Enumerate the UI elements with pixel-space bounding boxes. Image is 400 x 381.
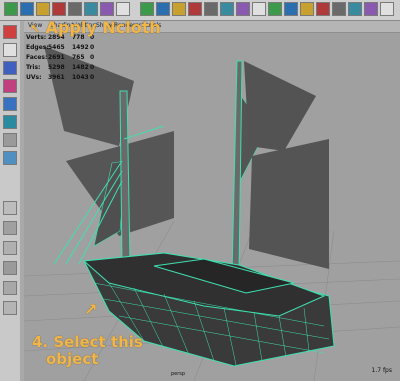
cloth-icon[interactable] bbox=[300, 2, 314, 16]
fore-main-sail bbox=[249, 139, 329, 269]
manipulator-icon[interactable] bbox=[3, 133, 17, 147]
grid-icon[interactable] bbox=[140, 2, 154, 16]
move-tool-icon[interactable] bbox=[3, 79, 17, 93]
curve-icon[interactable] bbox=[172, 2, 186, 16]
hud-c: 0 bbox=[90, 74, 95, 81]
annotation-arrow-icon: ↖ bbox=[30, 22, 41, 36]
layout-side-icon[interactable] bbox=[3, 241, 17, 255]
scale-icon[interactable] bbox=[52, 2, 66, 16]
apply-ncloth-text: Apply Ncloth bbox=[45, 18, 161, 37]
fps-readout: 1.7 fps bbox=[371, 367, 393, 374]
rotate-icon[interactable] bbox=[36, 2, 50, 16]
layout-hypershade-icon[interactable] bbox=[3, 301, 17, 315]
hud-c: 0 bbox=[90, 54, 95, 61]
hypershade-icon[interactable] bbox=[116, 2, 130, 16]
hair-icon[interactable] bbox=[316, 2, 330, 16]
hud-label: Faces: bbox=[26, 54, 48, 61]
paint-select-icon[interactable] bbox=[3, 61, 17, 75]
custom-icon[interactable] bbox=[380, 2, 394, 16]
create-icon[interactable] bbox=[4, 2, 18, 16]
snap-icon[interactable] bbox=[156, 2, 170, 16]
render-icon[interactable] bbox=[68, 2, 82, 16]
select-object-annotation: 4. Select this object bbox=[32, 334, 143, 368]
layout-single-icon[interactable] bbox=[3, 201, 17, 215]
anim-icon[interactable] bbox=[252, 2, 266, 16]
subdiv-icon[interactable] bbox=[220, 2, 234, 16]
lasso-tool-icon[interactable] bbox=[3, 43, 17, 57]
dynamics-icon[interactable] bbox=[268, 2, 282, 16]
hud-label: Edges: bbox=[26, 44, 49, 51]
select-tool-icon[interactable] bbox=[3, 25, 17, 39]
move-icon[interactable] bbox=[20, 2, 34, 16]
maya-window: View Shading Lighting Show Renderer Panels Ve… bbox=[0, 0, 400, 381]
hud-label: UVs: bbox=[26, 74, 42, 81]
fore-top-sail bbox=[244, 61, 316, 151]
hud-c: 0 bbox=[90, 64, 95, 71]
scale-tool-icon[interactable] bbox=[3, 115, 17, 129]
surface-icon[interactable] bbox=[188, 2, 202, 16]
poly-icon[interactable] bbox=[204, 2, 218, 16]
fur-icon[interactable] bbox=[348, 2, 362, 16]
paint-icon[interactable] bbox=[364, 2, 378, 16]
hud-b: 1482 bbox=[72, 64, 89, 71]
last-tool-icon[interactable] bbox=[3, 151, 17, 165]
ipr-icon[interactable] bbox=[84, 2, 98, 16]
hud-b: 1043 bbox=[72, 74, 89, 81]
hud-c: 0 bbox=[90, 44, 95, 51]
arrow-to-hull-icon: ↗ bbox=[84, 300, 98, 319]
camera-name-label: persp bbox=[171, 371, 186, 377]
toolbox bbox=[0, 21, 21, 381]
settings-icon[interactable] bbox=[100, 2, 114, 16]
aft-mast bbox=[119, 90, 131, 264]
hud-a: 2691 bbox=[48, 54, 65, 61]
select-object-line2: object bbox=[46, 350, 99, 368]
apply-ncloth-annotation: ↖ Apply Ncloth bbox=[30, 18, 161, 37]
hud-a: 5465 bbox=[48, 44, 65, 51]
fx-icon[interactable] bbox=[284, 2, 298, 16]
layout-graph-icon[interactable] bbox=[3, 281, 17, 295]
hud-label: Tris: bbox=[26, 64, 41, 71]
hud-b: 765 bbox=[72, 54, 85, 61]
deform-icon[interactable] bbox=[236, 2, 250, 16]
layout-outliner-icon[interactable] bbox=[3, 261, 17, 275]
hud-a: 5298 bbox=[48, 64, 65, 71]
layout-four-icon[interactable] bbox=[3, 221, 17, 235]
fluid-icon[interactable] bbox=[332, 2, 346, 16]
rotate-tool-icon[interactable] bbox=[3, 97, 17, 111]
hud-b: 1492 bbox=[72, 44, 89, 51]
perspective-viewport[interactable]: View Shading Lighting Show Renderer Panels Ve… bbox=[24, 21, 400, 381]
fore-mast bbox=[231, 60, 243, 274]
hud-a: 3961 bbox=[48, 74, 65, 81]
select-object-line1: 4. Select this bbox=[32, 333, 143, 351]
